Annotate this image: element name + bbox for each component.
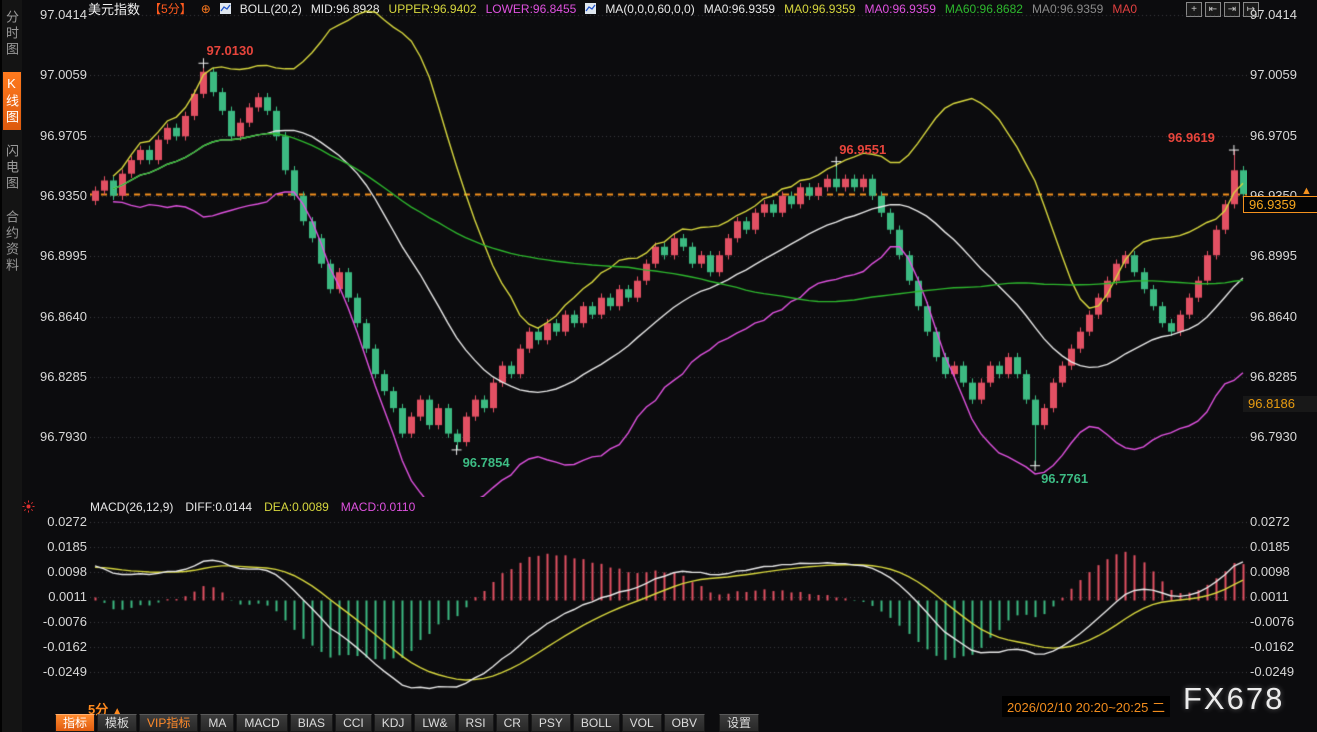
y-axis-label: 0.0098 — [1250, 564, 1290, 580]
tab-RSI[interactable]: RSI — [458, 714, 494, 732]
y-axis-label: 96.7930 — [1250, 429, 1297, 445]
y-axis-label: -0.0162 — [26, 639, 87, 655]
marked-price-tag: 96.8186 — [1243, 396, 1317, 412]
tab-BOLL[interactable]: BOLL — [573, 714, 620, 732]
y-axis-label: 0.0272 — [26, 514, 87, 530]
sidebar-item-合约资料[interactable]: 合约资料 — [3, 206, 21, 278]
y-axis-label: 97.0059 — [26, 67, 87, 83]
y-axis-label: 96.8995 — [26, 248, 87, 264]
main-chart-canvas[interactable] — [90, 8, 1247, 497]
tab-PSY[interactable]: PSY — [531, 714, 571, 732]
live-indicator-icon[interactable] — [22, 500, 35, 513]
y-axis-label: 0.0185 — [1250, 539, 1290, 555]
macd-chart-canvas[interactable] — [90, 515, 1247, 693]
tab-BIAS[interactable]: BIAS — [290, 714, 333, 732]
y-axis-label: 96.9705 — [1250, 128, 1297, 144]
macd-header: MACD(26,12,9) DIFF:0.0144 DEA:0.0089 MAC… — [90, 499, 415, 514]
macd-params-label: MACD(26,12,9) — [90, 500, 173, 514]
y-axis-label: 96.7930 — [26, 429, 87, 445]
price-annotation: 97.0130 — [206, 43, 253, 58]
tab-MA[interactable]: MA — [200, 714, 234, 732]
macd-dea-value: DEA:0.0089 — [264, 500, 329, 514]
trading-app-window: 分时图K线图闪电图合约资料 美元指数 【5分】 ⊕ BOLL(20,2) MID… — [0, 0, 1317, 732]
price-annotation: 96.7854 — [463, 455, 510, 470]
macd-macd-value: MACD:0.0110 — [341, 500, 415, 514]
y-axis-label: -0.0076 — [1250, 614, 1294, 630]
tab-MACD[interactable]: MACD — [236, 714, 287, 732]
y-axis-label: 96.8285 — [1250, 369, 1297, 385]
y-axis-label: -0.0162 — [1250, 639, 1294, 655]
y-axis-label: 97.0059 — [1250, 67, 1297, 83]
y-axis-label: 97.0414 — [26, 7, 87, 23]
current-price-tag: 96.9359 — [1243, 196, 1317, 213]
y-axis-label: -0.0249 — [1250, 664, 1294, 680]
y-axis-label: 96.9350 — [26, 188, 87, 204]
y-axis-label: 96.9705 — [26, 128, 87, 144]
tab-VIP指标[interactable]: VIP指标 — [139, 714, 198, 732]
tab-模板[interactable]: 模板 — [97, 714, 137, 732]
y-axis-label: 0.0185 — [26, 539, 87, 555]
tab-CR[interactable]: CR — [496, 714, 529, 732]
y-axis-label: 96.8640 — [26, 309, 87, 325]
y-axis-label: 96.8995 — [1250, 248, 1297, 264]
y-axis-label: 97.0414 — [1250, 7, 1297, 23]
tab-指标[interactable]: 指标 — [55, 714, 95, 732]
sidebar-item-分时图[interactable]: 分时图 — [3, 6, 21, 62]
price-annotation: 96.7761 — [1041, 471, 1088, 486]
time-range-label: 2026/02/10 20:20~20:25 二 — [1002, 696, 1170, 717]
tab-CCI[interactable]: CCI — [335, 714, 372, 732]
y-axis-label: 0.0011 — [1250, 589, 1289, 605]
price-up-arrow-icon: ▲ — [1301, 186, 1312, 196]
y-axis-label: 0.0011 — [26, 589, 87, 605]
y-axis-label: -0.0076 — [26, 614, 87, 630]
tab-VOL[interactable]: VOL — [622, 714, 662, 732]
sidebar-item-闪电图[interactable]: 闪电图 — [3, 140, 21, 196]
y-axis-label: -0.0249 — [26, 664, 87, 680]
y-axis-label: 96.8640 — [1250, 309, 1297, 325]
indicator-toolbar: 指标模板VIP指标MAMACDBIASCCIKDJLW&RSICRPSYBOLL… — [55, 714, 761, 732]
y-axis-label: 0.0098 — [26, 564, 87, 580]
tab-KDJ[interactable]: KDJ — [374, 714, 413, 732]
tab-LW&[interactable]: LW& — [414, 714, 455, 732]
y-axis-label: 96.8285 — [26, 369, 87, 385]
price-annotation: 96.9619 — [1168, 130, 1215, 145]
tab-设置[interactable]: 设置 — [719, 714, 759, 732]
watermark: FX678 — [1183, 681, 1284, 717]
sidebar-item-K线图[interactable]: K线图 — [3, 72, 21, 130]
macd-diff-value: DIFF:0.0144 — [185, 500, 252, 514]
tab-OBV[interactable]: OBV — [664, 714, 705, 732]
y-axis-label: 0.0272 — [1250, 514, 1290, 530]
left-sidebar: 分时图 K线图闪电图合约资料 — [0, 0, 22, 732]
price-annotation: 96.9551 — [839, 142, 886, 157]
